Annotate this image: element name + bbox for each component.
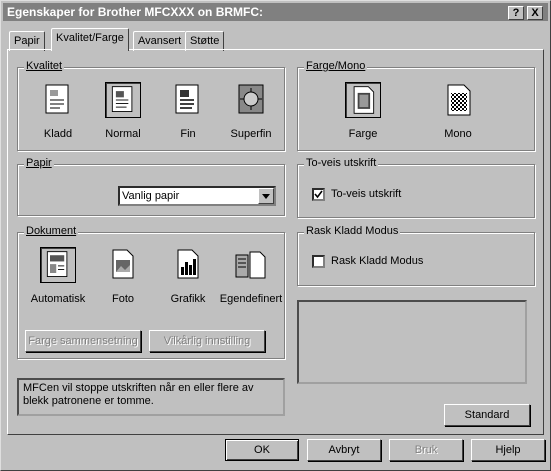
tab-papir[interactable]: Papir: [9, 31, 45, 51]
document-option-grafikk[interactable]: Grafikk: [153, 247, 223, 305]
fine-quality-icon: [175, 84, 199, 114]
document-label-automatisk: Automatisk: [30, 293, 86, 305]
fast-draft-group: Rask Kladd Modus Rask Kladd Modus: [297, 225, 535, 286]
quality-option-kladd[interactable]: Kladd: [23, 82, 93, 140]
document-group-label: Dokument: [24, 225, 79, 237]
color-option-mono[interactable]: Mono: [423, 82, 493, 140]
quality-label-superfin: Superfin: [230, 128, 272, 140]
photo-document-icon: [112, 249, 134, 279]
paper-group-label: Papir: [24, 157, 54, 169]
window-title: Egenskaper for Brother MFCXXX on BRMFC:: [7, 5, 264, 19]
normal-quality-icon: [105, 82, 141, 118]
color-page-icon: [345, 82, 381, 118]
cancel-button[interactable]: Avbryt: [307, 439, 381, 461]
title-bar: Egenskaper for Brother MFCXXX on BRMFC: …: [3, 3, 548, 21]
close-title-button[interactable]: X: [527, 6, 543, 20]
color-mono-group: Farge/Mono Farge Mono: [297, 60, 535, 151]
draft-quality-icon: [45, 84, 69, 114]
color-mono-group-label: Farge/Mono: [304, 60, 368, 72]
color-label-farge: Farge: [348, 128, 378, 140]
fast-draft-group-label: Rask Kladd Modus: [304, 225, 401, 237]
document-label-grafikk: Grafikk: [170, 293, 206, 305]
tab-stotte[interactable]: Støtte: [185, 31, 225, 51]
superfine-quality-icon: [238, 84, 264, 114]
mono-page-icon: [447, 84, 471, 116]
document-label-foto: Foto: [111, 293, 134, 305]
quality-label-normal: Normal: [105, 128, 141, 140]
quality-group: Kvalitet Kladd Normal Fin Superfin: [17, 60, 286, 151]
apply-button[interactable]: Bruk: [389, 439, 463, 461]
document-option-egendefinert[interactable]: Egendefinert: [216, 247, 286, 305]
tab-kvalitet-farge[interactable]: Kvalitet/Farge: [51, 28, 129, 51]
custom-settings-button[interactable]: Vilkårlig innstilling: [149, 330, 265, 352]
fast-draft-checkbox-label[interactable]: Rask Kladd Modus: [331, 255, 423, 267]
status-message-box: MFCen vil stoppe utskriften når en eller…: [17, 378, 285, 416]
quality-label-kladd: Kladd: [43, 128, 73, 140]
quality-option-superfin[interactable]: Superfin: [216, 82, 286, 140]
tab-avansert[interactable]: Avansert: [133, 31, 187, 51]
quality-label-fin: Fin: [180, 128, 196, 140]
bidirectional-group: To-veis utskrift To-veis utskrift: [297, 157, 535, 218]
document-label-egendefinert: Egendefinert: [219, 293, 283, 305]
document-option-foto[interactable]: Foto: [88, 247, 158, 305]
graphics-document-icon: [177, 249, 199, 279]
document-option-automatisk[interactable]: Automatisk: [23, 247, 93, 305]
bidirectional-group-label: To-veis utskrift: [304, 157, 379, 169]
fast-draft-checkbox[interactable]: [312, 255, 325, 268]
bidirectional-checkbox[interactable]: [312, 188, 325, 201]
color-label-mono: Mono: [444, 128, 472, 140]
help-title-button[interactable]: ?: [508, 6, 524, 20]
ok-button[interactable]: OK: [225, 439, 299, 461]
document-group: Dokument Automatisk Foto Grafikk Egendef…: [17, 225, 286, 359]
color-matching-button[interactable]: Farge sammensetning: [25, 330, 141, 352]
status-message: MFCen vil stoppe utskriften når en eller…: [23, 382, 254, 407]
automatic-document-icon: [40, 247, 76, 283]
checkmark-icon: [314, 190, 323, 199]
color-option-farge[interactable]: Farge: [328, 82, 398, 140]
quality-option-normal[interactable]: Normal: [88, 82, 158, 140]
paper-group: Papir Vanlig papir: [17, 157, 285, 216]
quality-group-label: Kvalitet: [24, 60, 65, 72]
help-button[interactable]: Hjelp: [471, 439, 545, 461]
paper-type-value: Vanlig papir: [122, 190, 180, 202]
preview-area: [297, 300, 527, 384]
standard-button[interactable]: Standard: [444, 404, 530, 426]
custom-document-icon: [235, 251, 266, 279]
dropdown-arrow-icon[interactable]: [258, 188, 274, 204]
tab-panel: Kvalitet Kladd Normal Fin Superfin Farge…: [7, 49, 544, 435]
bidirectional-checkbox-label[interactable]: To-veis utskrift: [331, 188, 401, 200]
quality-option-fin[interactable]: Fin: [153, 82, 223, 140]
paper-type-select[interactable]: Vanlig papir: [118, 186, 276, 206]
dialog-window: Egenskaper for Brother MFCXXX on BRMFC: …: [0, 0, 551, 471]
